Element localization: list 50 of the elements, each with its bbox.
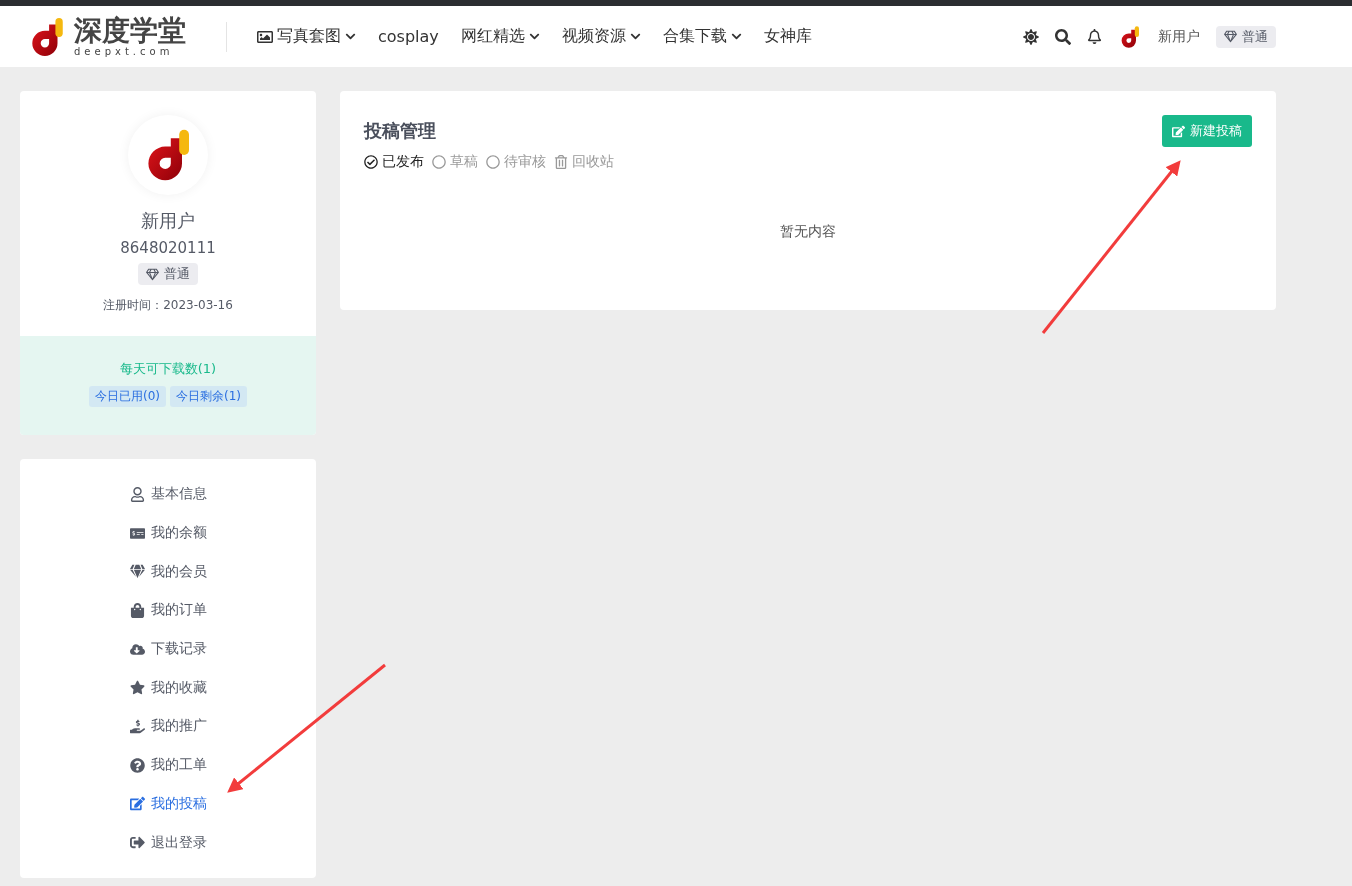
page-title: 投稿管理 [364, 119, 436, 143]
star-icon [129, 680, 145, 696]
status-tab[interactable]: 已发布 [364, 153, 424, 171]
quota-tag: 今日剩余(1) [170, 386, 247, 407]
empty-message: 暂无内容 [779, 223, 837, 241]
profile-id: 8648020111 [120, 239, 216, 257]
menu-item[interactable]: 我的会员 [129, 552, 207, 592]
question-icon [129, 757, 145, 773]
menu-item[interactable]: 退出登录 [129, 823, 207, 862]
menu-item[interactable]: 我的投稿 [129, 784, 207, 824]
logo-domain: deepxt.com [74, 46, 175, 57]
gem-icon [129, 564, 145, 580]
caret-icon [730, 31, 742, 42]
menu-item[interactable]: 我的工单 [129, 745, 207, 785]
logo-text: 深度学堂 [74, 16, 186, 45]
caret-icon [629, 31, 641, 42]
quota-tag: 今日已用(0) [89, 386, 166, 407]
trash-icon [554, 155, 568, 169]
level-badge: 普通 [138, 263, 198, 285]
search-icon[interactable] [1055, 28, 1071, 45]
money-icon [129, 525, 145, 541]
menu-item[interactable]: 我的余额 [129, 513, 207, 553]
nav-link[interactable]: cosplay [378, 26, 439, 47]
edit-icon [1172, 124, 1185, 138]
bag-icon [129, 602, 145, 618]
menu-item[interactable]: 我的推广 [129, 707, 207, 746]
quota-title: 每天可下载数(1) [119, 360, 217, 378]
nav-link[interactable]: 女神库 [763, 26, 812, 47]
register-date: 注册时间：2023-03-16 [103, 297, 233, 314]
menu-item[interactable]: 我的订单 [129, 591, 207, 630]
menu-item[interactable]: 我的收藏 [129, 668, 207, 708]
sun-icon[interactable] [1023, 28, 1039, 45]
edit-icon [129, 796, 145, 812]
user-name[interactable]: 新用户 [1158, 27, 1200, 46]
nav-link[interactable]: 网红精选 [460, 26, 540, 47]
sign-out-icon [129, 835, 145, 851]
profile-name: 新用户 [141, 209, 195, 233]
menu-item[interactable]: 基本信息 [129, 475, 207, 514]
cloud-download-icon [129, 641, 145, 657]
nav-link[interactable]: 视频资源 [561, 26, 641, 47]
nav-link[interactable]: 合集下载 [662, 26, 742, 47]
caret-icon [528, 31, 540, 42]
bell-icon[interactable] [1087, 29, 1102, 44]
level-badge: 普通 [1216, 25, 1276, 48]
hand-money-icon [129, 718, 145, 734]
user-icon [129, 486, 145, 502]
caret-icon [345, 31, 356, 42]
nav-link[interactable]: 写真套图 [257, 26, 356, 47]
menu-item[interactable]: 下载记录 [129, 629, 207, 669]
image-icon [257, 28, 273, 45]
